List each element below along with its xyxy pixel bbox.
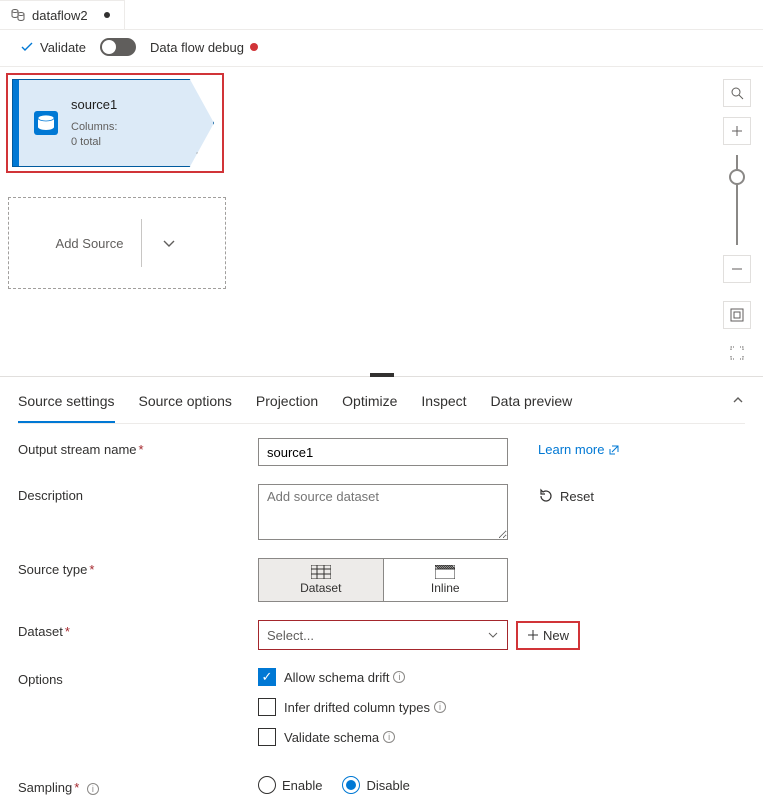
- info-icon[interactable]: i: [393, 671, 405, 683]
- tab-optimize[interactable]: Optimize: [342, 387, 397, 423]
- validate-button[interactable]: Validate: [20, 40, 86, 55]
- sampling-disable-label: Disable: [366, 778, 409, 793]
- infer-drifted-checkbox[interactable]: [258, 698, 276, 716]
- debug-status-icon: [250, 43, 258, 51]
- sampling-label: Sampling* i: [18, 776, 258, 795]
- chevron-up-icon: [731, 393, 745, 407]
- search-icon: [730, 86, 744, 100]
- tab-inspect[interactable]: Inspect: [421, 387, 466, 423]
- canvas-tools: [723, 79, 751, 377]
- infer-drifted-label: Infer drifted column types: [284, 700, 430, 715]
- add-step-plus-icon[interactable]: +: [196, 146, 203, 160]
- dataset-select-placeholder: Select...: [267, 628, 314, 643]
- source-columns-count: 0 total: [71, 136, 101, 148]
- tab-data-preview[interactable]: Data preview: [491, 387, 573, 423]
- database-icon: [33, 108, 59, 138]
- new-button-highlight: New: [516, 621, 580, 650]
- tab-source-options[interactable]: Source options: [139, 387, 232, 423]
- dataflow-icon: [10, 7, 26, 23]
- validate-schema-checkbox[interactable]: [258, 728, 276, 746]
- source-node-highlight: source1 Columns: 0 total +: [6, 73, 224, 173]
- plus-icon: [527, 629, 539, 641]
- new-button-label: New: [543, 628, 569, 643]
- add-source-button[interactable]: Add Source: [8, 197, 226, 289]
- description-input[interactable]: [258, 484, 508, 540]
- source-node[interactable]: source1 Columns: 0 total +: [12, 79, 214, 167]
- output-stream-input[interactable]: [258, 438, 508, 466]
- collapse-panel-button[interactable]: [731, 393, 745, 410]
- source-type-dataset-label: Dataset: [300, 581, 341, 595]
- output-stream-label: Output stream name*: [18, 438, 258, 457]
- chevron-down-icon: [487, 629, 499, 641]
- tab-source-settings[interactable]: Source settings: [18, 387, 115, 423]
- external-link-icon: [608, 444, 620, 456]
- dataset-label: Dataset*: [18, 620, 258, 639]
- source-type-inline-label: Inline: [431, 581, 460, 595]
- reset-button[interactable]: Reset: [538, 484, 594, 504]
- fullscreen-icon: [730, 346, 744, 360]
- source-type-dataset[interactable]: Dataset: [259, 559, 383, 601]
- zoom-slider-thumb[interactable]: [729, 169, 745, 185]
- inline-icon: [435, 565, 455, 579]
- info-icon[interactable]: i: [383, 731, 395, 743]
- debug-toggle[interactable]: [100, 38, 136, 56]
- source-type-label: Source type*: [18, 558, 258, 577]
- check-icon: [20, 40, 34, 54]
- source-node-title: source1: [71, 97, 117, 112]
- fit-screen-button[interactable]: [723, 301, 751, 329]
- table-icon: [311, 565, 331, 579]
- description-label: Description: [18, 484, 258, 503]
- sampling-enable-label: Enable: [282, 778, 322, 793]
- editor-tab-label: dataflow2: [32, 8, 88, 23]
- minus-icon: [731, 263, 743, 275]
- validate-label: Validate: [40, 40, 86, 55]
- reset-label: Reset: [560, 489, 594, 504]
- dataflow-canvas[interactable]: source1 Columns: 0 total + Add Source: [0, 67, 763, 377]
- search-canvas-button[interactable]: [723, 79, 751, 107]
- plus-icon: [731, 125, 743, 137]
- source-type-inline[interactable]: Inline: [383, 559, 508, 601]
- zoom-slider[interactable]: [736, 155, 738, 245]
- dataset-select[interactable]: Select...: [258, 620, 508, 650]
- zoom-out-button[interactable]: [723, 255, 751, 283]
- source-type-group: Dataset Inline: [258, 558, 508, 602]
- sampling-disable-radio[interactable]: Disable: [342, 776, 409, 794]
- editor-tab-dataflow[interactable]: dataflow2: [0, 0, 125, 29]
- source-columns-label: Columns:: [71, 121, 117, 133]
- debug-label: Data flow debug: [150, 40, 244, 55]
- fullscreen-button[interactable]: [723, 339, 751, 367]
- unsaved-dot-icon: [104, 12, 110, 18]
- zoom-in-button[interactable]: [723, 117, 751, 145]
- source-settings-form: Output stream name* Learn more Descripti…: [18, 424, 745, 795]
- chevron-down-icon[interactable]: [160, 234, 178, 252]
- validate-schema-label: Validate schema: [284, 730, 379, 745]
- source-node-text: source1 Columns: 0 total: [71, 97, 117, 149]
- toolbar: Validate Data flow debug: [0, 30, 763, 67]
- panel-tabs: Source settings Source options Projectio…: [18, 387, 745, 424]
- sampling-enable-radio[interactable]: Enable: [258, 776, 322, 794]
- editor-tabs: dataflow2: [0, 0, 763, 30]
- learn-more-link[interactable]: Learn more: [538, 438, 620, 457]
- reset-icon: [538, 488, 554, 504]
- settings-panel: Source settings Source options Projectio…: [0, 377, 763, 809]
- fit-icon: [730, 308, 744, 322]
- options-label: Options: [18, 668, 258, 687]
- allow-schema-drift-checkbox[interactable]: ✓: [258, 668, 276, 686]
- tab-projection[interactable]: Projection: [256, 387, 318, 423]
- add-source-label: Add Source: [56, 236, 142, 251]
- learn-more-label: Learn more: [538, 442, 604, 457]
- new-dataset-button[interactable]: New: [521, 626, 575, 645]
- info-icon[interactable]: i: [434, 701, 446, 713]
- debug-label-wrap: Data flow debug: [150, 40, 258, 55]
- allow-schema-drift-label: Allow schema drift: [284, 670, 389, 685]
- divider: [141, 219, 142, 267]
